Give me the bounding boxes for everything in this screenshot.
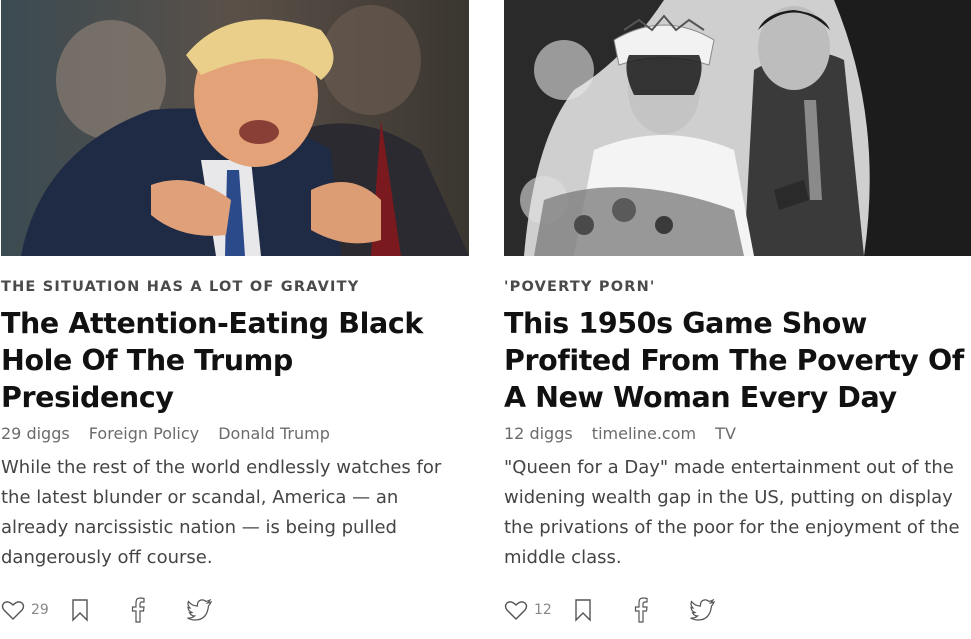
facebook-icon: [634, 597, 648, 623]
story-actions: 29: [1, 597, 213, 623]
source-link[interactable]: Foreign Policy: [89, 424, 199, 443]
twitter-icon: [690, 599, 715, 621]
twitter-share-button[interactable]: [690, 599, 716, 621]
digg-count: 12 diggs: [504, 424, 573, 443]
story-description: "Queen for a Day" made entertainment out…: [504, 457, 960, 568]
like-count: 12: [534, 602, 552, 618]
story-description: While the rest of the world endlessly wa…: [1, 457, 442, 568]
bookmark-icon: [72, 599, 88, 622]
bookmark-button[interactable]: [71, 598, 89, 622]
digg-count: 29 diggs: [1, 424, 70, 443]
story-kicker: THE SITUATION HAS A LOT OF GRAVITY: [1, 279, 360, 295]
facebook-share-button[interactable]: [131, 597, 145, 623]
twitter-icon: [187, 599, 212, 621]
tag-link[interactable]: TV: [715, 424, 736, 443]
heart-icon: [1, 601, 25, 620]
story-card: THE SITUATION HAS A LOT OF GRAVITY The A…: [1, 0, 469, 573]
like-count: 29: [31, 602, 49, 618]
like-button[interactable]: 12: [504, 599, 552, 621]
source-link[interactable]: timeline.com: [592, 424, 696, 443]
story-card: 'POVERTY PORN' This 1950s Game Show Prof…: [504, 0, 971, 573]
facebook-icon: [131, 597, 145, 623]
bookmark-icon: [575, 599, 591, 622]
story-meta: 12 diggs timeline.com TV: [504, 423, 971, 445]
heart-icon: [504, 601, 528, 620]
story-photo[interactable]: [504, 0, 971, 256]
story-kicker: 'POVERTY PORN': [504, 279, 656, 295]
story-meta: 29 diggs Foreign Policy Donald Trump: [1, 423, 469, 445]
twitter-share-button[interactable]: [187, 599, 213, 621]
story-photo[interactable]: [1, 0, 469, 256]
like-button[interactable]: 29: [1, 599, 49, 621]
bookmark-button[interactable]: [574, 598, 592, 622]
facebook-share-button[interactable]: [634, 597, 648, 623]
story-actions: 12: [504, 597, 716, 623]
tag-link[interactable]: Donald Trump: [218, 424, 330, 443]
story-headline[interactable]: This 1950s Game Show Profited From The P…: [504, 305, 971, 416]
story-headline[interactable]: The Attention-Eating Black Hole Of The T…: [1, 305, 469, 416]
